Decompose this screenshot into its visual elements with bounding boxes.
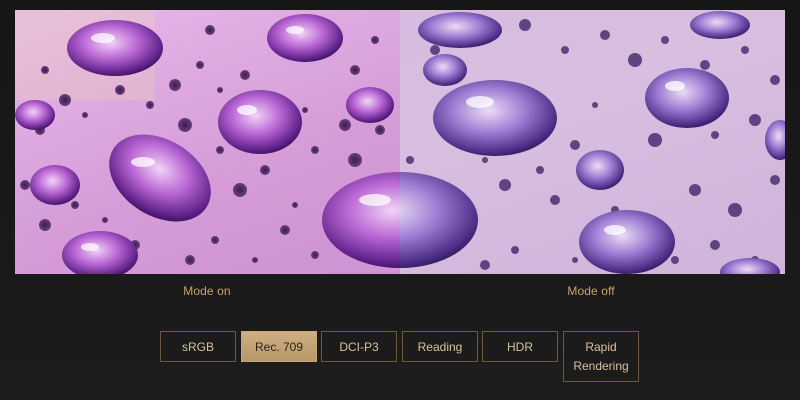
mode-button-rec709[interactable]: Rec. 709 (241, 331, 317, 362)
comparison-image (15, 10, 785, 274)
mode-button-label: sRGB (181, 339, 214, 354)
mode-button-hdr[interactable]: HDR (482, 331, 558, 362)
mode-button-label: DCI-P3 (339, 339, 379, 354)
mode-button-rapid-rendering[interactable]: Rapid Rendering (563, 331, 639, 382)
comparison-labels: Mode on Mode off (0, 284, 800, 300)
mode-off-state: off (601, 284, 615, 298)
mode-button-label-line2: Rendering (573, 359, 629, 373)
mode-on-state: on (217, 284, 231, 298)
water-droplets-image (15, 10, 785, 274)
mode-off-prefix: Mode (567, 284, 598, 298)
mode-button-label: Rec. 709 (254, 339, 304, 354)
mode-button-srgb[interactable]: sRGB (160, 331, 236, 362)
mode-off-label: Mode off (521, 284, 661, 298)
mode-button-label-line1: Rapid (585, 340, 617, 354)
mode-button-reading[interactable]: Reading (402, 331, 478, 362)
mode-on-label: Mode on (137, 284, 277, 298)
mode-button-label: HDR (507, 339, 533, 354)
mode-button-dci-p3[interactable]: DCI-P3 (321, 331, 397, 362)
mode-on-prefix: Mode (183, 284, 214, 298)
mode-button-label: Reading (417, 339, 463, 354)
